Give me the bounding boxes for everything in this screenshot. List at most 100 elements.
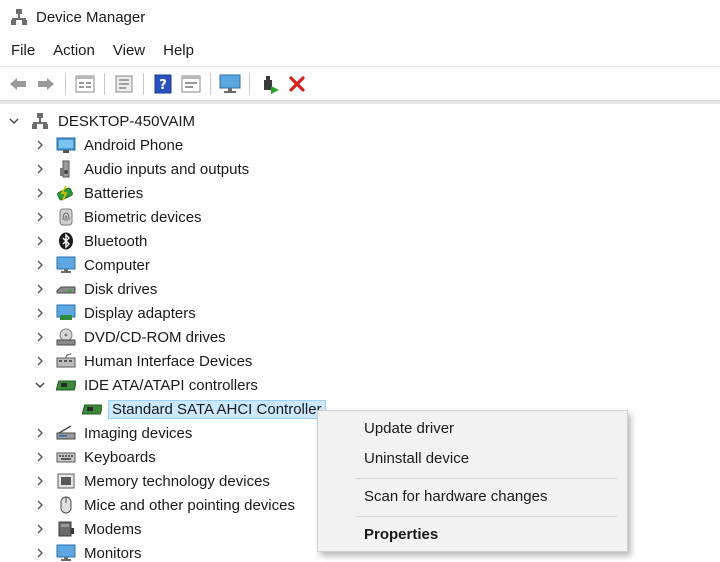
tree-item-label: Monitors	[84, 544, 142, 562]
selected-device-label: Standard SATA AHCI Controller	[108, 399, 326, 419]
tree-item-label: Mice and other pointing devices	[84, 496, 295, 514]
chevron-right-icon[interactable]	[34, 163, 46, 175]
controller-card-icon	[56, 375, 76, 395]
tree-item-dvd[interactable]: DVD/CD-ROM drives	[34, 325, 228, 349]
tree-item-hid[interactable]: Human Interface Devices	[34, 349, 254, 373]
show-hidden-icon[interactable]	[179, 72, 203, 96]
title-bar: Device Manager	[0, 0, 720, 34]
menu-item-update-driver[interactable]: Update driver	[364, 420, 454, 437]
tree-item-modems[interactable]: Modems	[34, 517, 144, 541]
tree-item-label: Batteries	[84, 184, 144, 202]
tree-item-label: Imaging devices	[84, 424, 193, 442]
tree-item-label: Human Interface Devices	[84, 352, 253, 370]
context-menu: Update driver Uninstall device Scan for …	[317, 410, 628, 552]
tree-item-label: Computer	[84, 256, 150, 274]
computer-tree-icon	[30, 111, 50, 131]
hid-icon	[56, 351, 76, 371]
chevron-right-icon[interactable]	[34, 331, 46, 343]
chevron-right-icon[interactable]	[34, 547, 46, 559]
back-arrow-icon[interactable]	[6, 72, 30, 96]
menu-file[interactable]: File	[4, 40, 42, 61]
tree-item-monitors[interactable]: Monitors	[34, 541, 144, 562]
menu-view[interactable]: View	[106, 40, 152, 61]
tree-item-sata-controller[interactable]: Standard SATA AHCI Controller	[82, 397, 326, 421]
tree-item-label: IDE ATA/ATAPI controllers	[84, 376, 258, 394]
mouse-icon	[56, 495, 76, 515]
toolbar-separator	[65, 72, 66, 95]
content-divider	[0, 100, 720, 104]
chevron-right-icon[interactable]	[34, 451, 46, 463]
menu-item-uninstall-device[interactable]: Uninstall device	[364, 450, 469, 467]
toolbar: ?	[0, 66, 720, 100]
tree-item-label: Bluetooth	[84, 232, 148, 250]
chevron-right-icon[interactable]	[34, 523, 46, 535]
menu-separator	[356, 516, 617, 517]
add-driver-icon[interactable]	[257, 72, 281, 96]
remove-red-x-icon[interactable]	[285, 72, 309, 96]
chevron-right-icon[interactable]	[34, 259, 46, 271]
bluetooth-icon	[56, 231, 76, 251]
tree-item-audio[interactable]: Audio inputs and outputs	[34, 157, 251, 181]
tree-item-computer[interactable]: Computer	[34, 253, 152, 277]
forward-arrow-icon[interactable]	[34, 72, 58, 96]
help-icon[interactable]: ?	[151, 72, 175, 96]
scanner-icon	[56, 423, 76, 443]
speaker-icon	[56, 159, 76, 179]
menu-action[interactable]: Action	[46, 40, 102, 61]
tree-item-disk-drives[interactable]: Disk drives	[34, 277, 159, 301]
tree-item-display-adapters[interactable]: Display adapters	[34, 301, 198, 325]
chevron-right-icon[interactable]	[34, 427, 46, 439]
battery-icon	[56, 183, 76, 203]
tree-item-label: Biometric devices	[84, 208, 202, 226]
tree-item-imaging[interactable]: Imaging devices	[34, 421, 194, 445]
chevron-right-icon[interactable]	[34, 283, 46, 295]
update-driver-icon[interactable]	[112, 72, 136, 96]
keyboard-icon	[56, 447, 76, 467]
chevron-down-icon[interactable]	[8, 115, 20, 127]
menu-item-properties[interactable]: Properties	[364, 526, 438, 543]
fingerprint-icon	[56, 207, 76, 227]
tree-item-label: Modems	[84, 520, 142, 538]
tree-item-label: Audio inputs and outputs	[84, 160, 250, 178]
menu-item-scan-hardware[interactable]: Scan for hardware changes	[364, 488, 547, 505]
monitor-icon[interactable]	[218, 72, 242, 96]
memory-card-icon	[56, 471, 76, 491]
chevron-right-icon[interactable]	[34, 139, 46, 151]
chevron-down-icon[interactable]	[34, 379, 46, 391]
tree-item-bluetooth[interactable]: Bluetooth	[34, 229, 149, 253]
tree-item-label: Keyboards	[84, 448, 156, 466]
display-adapter-icon	[56, 303, 76, 323]
tree-item-memory[interactable]: Memory technology devices	[34, 469, 272, 493]
device-manager-icon	[10, 8, 28, 26]
chevron-right-icon[interactable]	[34, 187, 46, 199]
tree-item-label: Display adapters	[84, 304, 196, 322]
tree-item-ide-ata[interactable]: IDE ATA/ATAPI controllers	[34, 373, 260, 397]
tree-root-label: DESKTOP-450VAIM	[58, 112, 195, 130]
monitor-icon	[56, 255, 76, 275]
disk-drive-icon	[56, 279, 76, 299]
tree-item-mice[interactable]: Mice and other pointing devices	[34, 493, 297, 517]
tree-root[interactable]: DESKTOP-450VAIM	[8, 109, 197, 133]
toolbar-separator	[249, 72, 250, 95]
chevron-right-icon[interactable]	[34, 211, 46, 223]
tree-item-label: DVD/CD-ROM drives	[84, 328, 226, 346]
properties-grid-icon[interactable]	[73, 72, 97, 96]
tree-item-label: Disk drives	[84, 280, 158, 298]
chevron-right-icon[interactable]	[34, 307, 46, 319]
toolbar-separator	[210, 72, 211, 95]
tree-item-label: Memory technology devices	[84, 472, 270, 490]
chevron-right-icon[interactable]	[34, 499, 46, 511]
menu-help[interactable]: Help	[156, 40, 201, 61]
android-phone-icon	[56, 135, 76, 155]
tree-item-keyboards[interactable]: Keyboards	[34, 445, 158, 469]
svg-text:?: ?	[159, 78, 167, 93]
tree-item-batteries[interactable]: Batteries	[34, 181, 145, 205]
chevron-right-icon[interactable]	[34, 475, 46, 487]
tree-item-biometric[interactable]: Biometric devices	[34, 205, 204, 229]
chevron-right-icon[interactable]	[34, 355, 46, 367]
menu-bar: File Action View Help	[0, 38, 205, 62]
menu-separator	[356, 478, 617, 479]
dvd-drive-icon	[56, 327, 76, 347]
chevron-right-icon[interactable]	[34, 235, 46, 247]
tree-item-android-phone[interactable]: Android Phone	[34, 133, 185, 157]
